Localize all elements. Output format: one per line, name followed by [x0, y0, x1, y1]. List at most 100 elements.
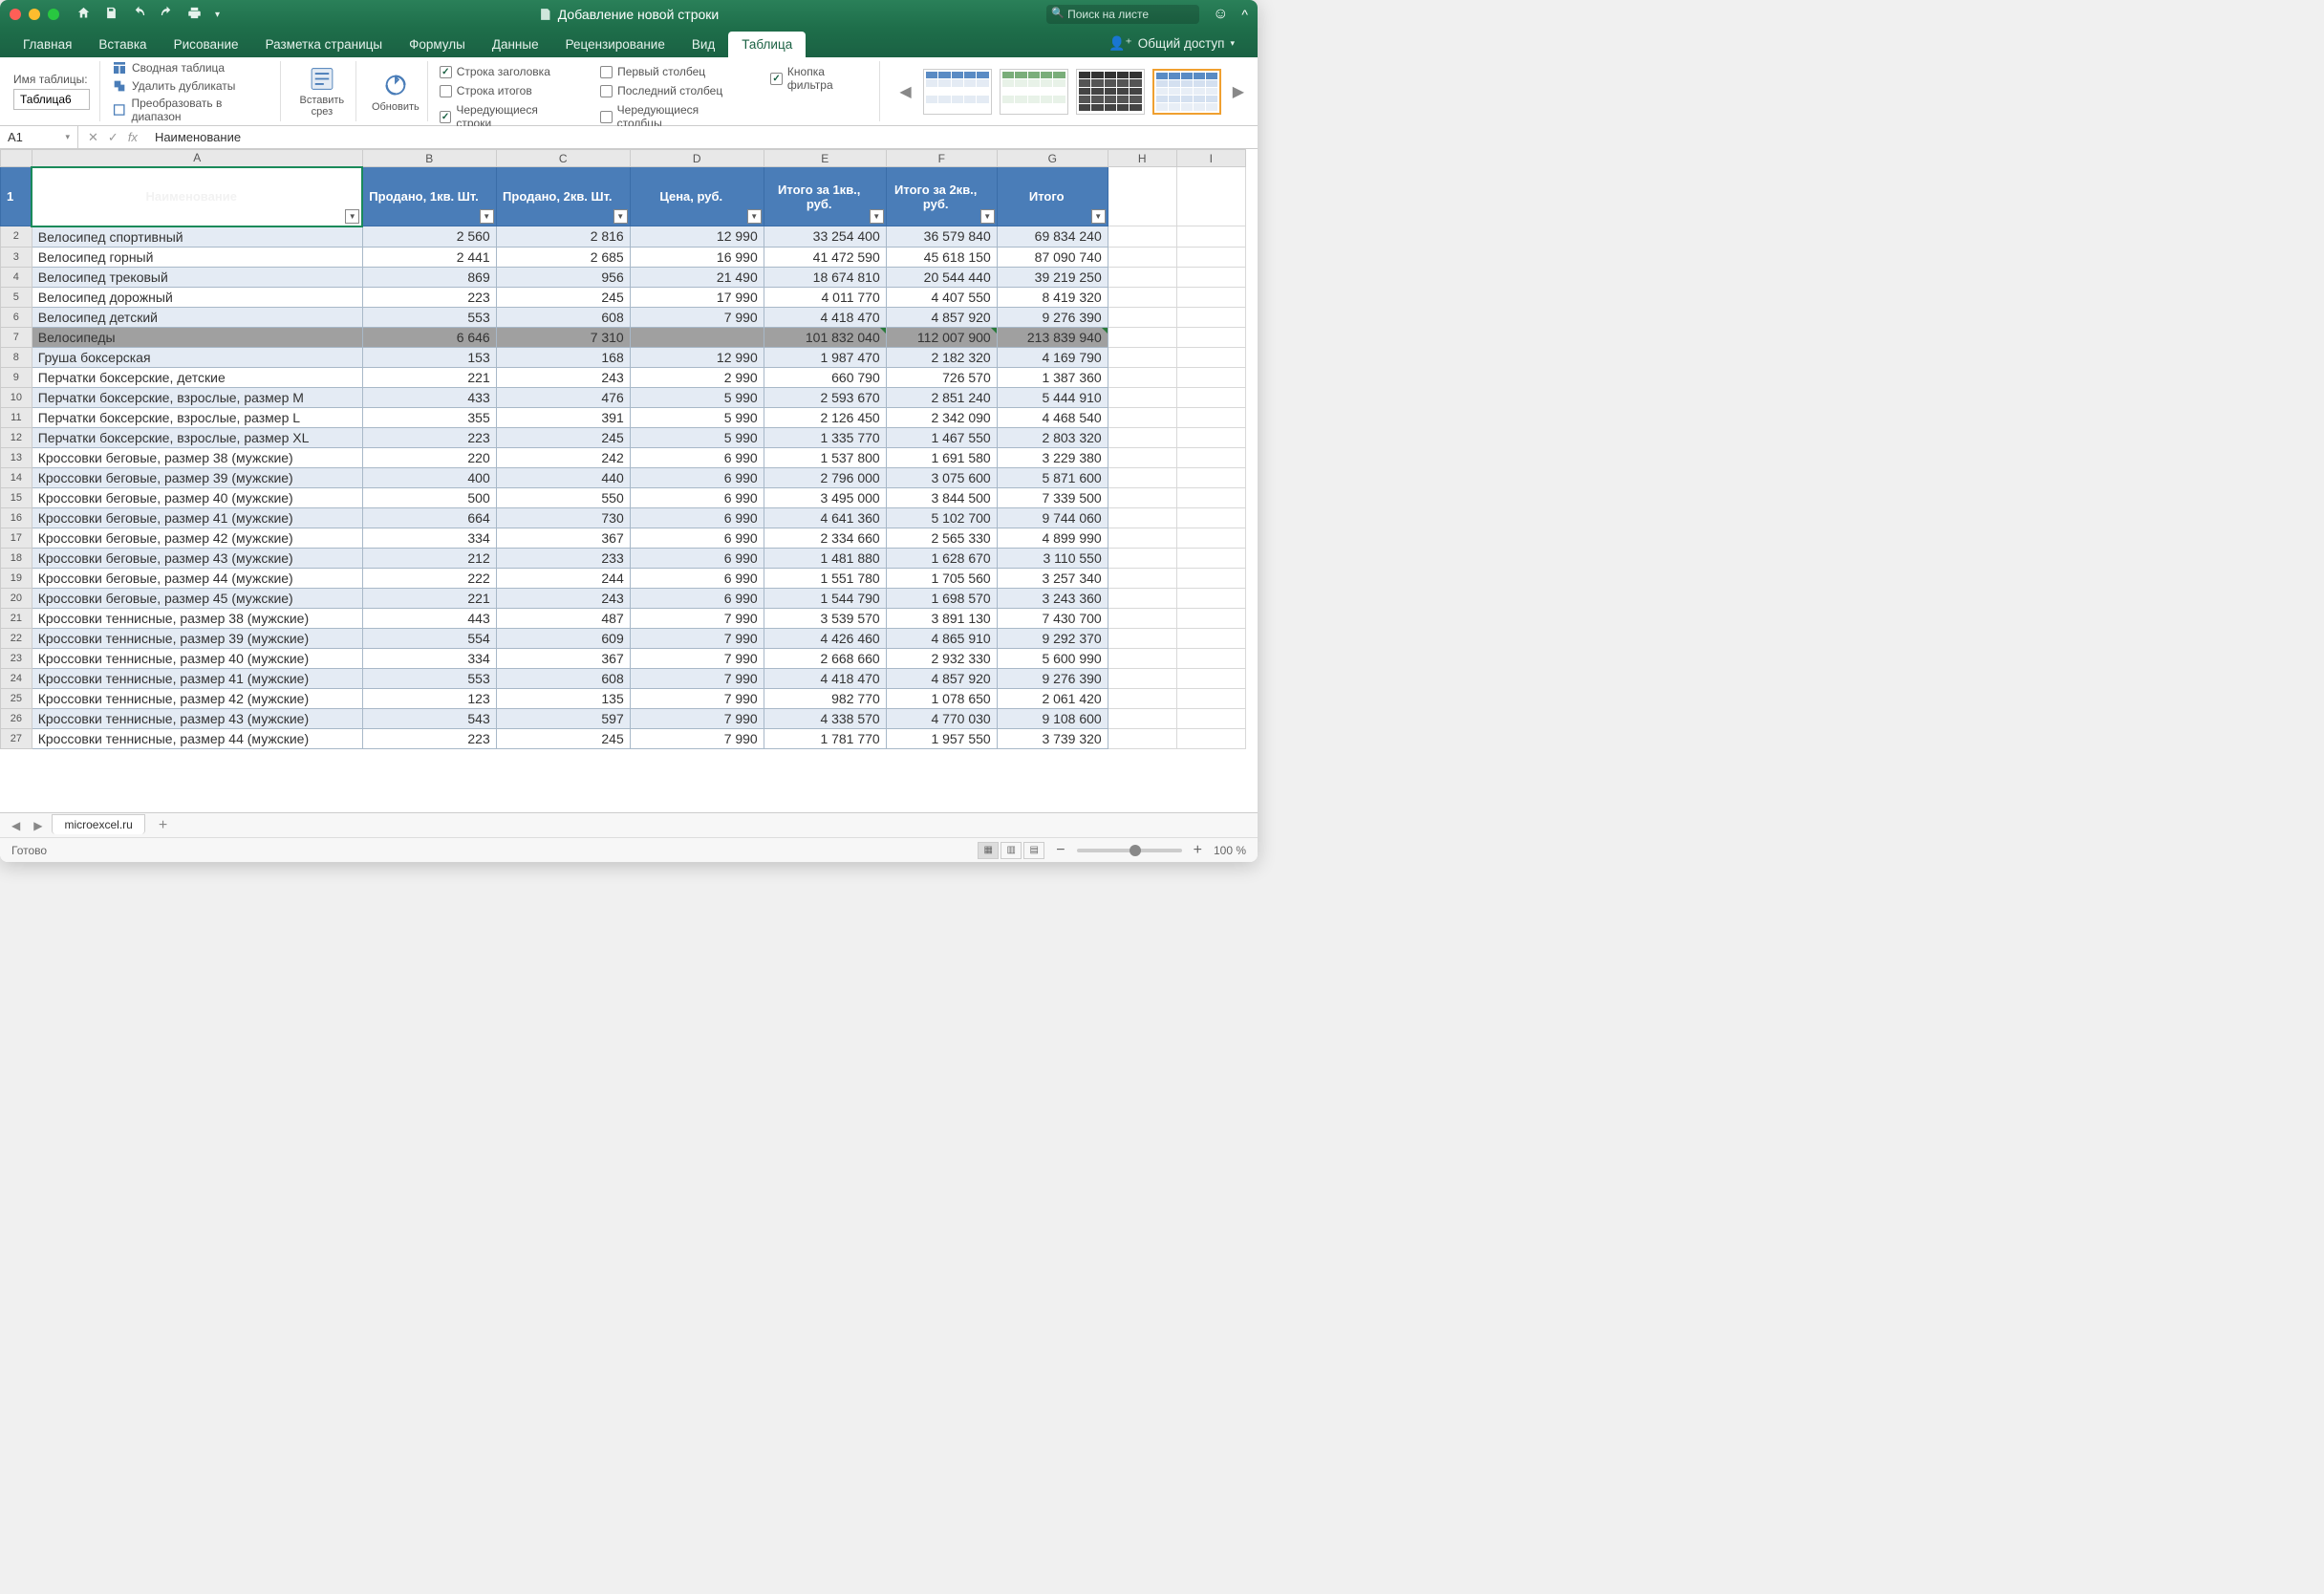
cell[interactable]: 982 770 [764, 688, 886, 708]
row-header[interactable]: 6 [1, 307, 32, 327]
cell[interactable]: 4 865 910 [886, 628, 997, 648]
share-button[interactable]: 👤⁺ Общий доступ ▾ [1095, 30, 1248, 57]
cell[interactable]: 4 899 990 [997, 528, 1108, 548]
cell[interactable]: Кроссовки беговые, размер 43 (мужские) [32, 548, 362, 568]
cell[interactable]: 223 [362, 287, 496, 307]
cell[interactable]: 5 871 600 [997, 467, 1108, 487]
cell[interactable]: 664 [362, 507, 496, 528]
row-header[interactable]: 19 [1, 568, 32, 588]
ribbon-tab-1[interactable]: Вставка [85, 32, 160, 57]
table-header-cell[interactable]: Итого за 2кв., руб.▼ [886, 167, 997, 226]
row-header[interactable]: 1 [1, 167, 32, 226]
cell[interactable]: 9 744 060 [997, 507, 1108, 528]
row-header[interactable]: 23 [1, 648, 32, 668]
cell[interactable]: 553 [362, 668, 496, 688]
cell[interactable]: 9 276 390 [997, 668, 1108, 688]
cell[interactable]: 1 551 780 [764, 568, 886, 588]
cell[interactable]: 3 243 360 [997, 588, 1108, 608]
cell[interactable]: 18 674 810 [764, 267, 886, 287]
row-header[interactable]: 20 [1, 588, 32, 608]
cell[interactable]: Кроссовки теннисные, размер 39 (мужские) [32, 628, 362, 648]
row-header[interactable]: 15 [1, 487, 32, 507]
cell[interactable]: Кроссовки теннисные, размер 38 (мужские) [32, 608, 362, 628]
cell[interactable]: 168 [496, 347, 630, 367]
column-header[interactable]: G [997, 150, 1108, 167]
table-style-thumb[interactable] [1000, 69, 1068, 115]
cell[interactable]: 221 [362, 367, 496, 387]
row-header[interactable]: 21 [1, 608, 32, 628]
cell[interactable]: 726 570 [886, 367, 997, 387]
cell[interactable]: 367 [496, 648, 630, 668]
cell[interactable]: 4 857 920 [886, 307, 997, 327]
cell[interactable]: 1 335 770 [764, 427, 886, 447]
cell[interactable]: 221 [362, 588, 496, 608]
cell[interactable]: 391 [496, 407, 630, 427]
cell[interactable]: 608 [496, 668, 630, 688]
cell[interactable]: 500 [362, 487, 496, 507]
cell[interactable]: 223 [362, 728, 496, 748]
cell[interactable]: 597 [496, 708, 630, 728]
row-header[interactable]: 18 [1, 548, 32, 568]
cell[interactable]: 2 990 [630, 367, 764, 387]
cell[interactable]: Кроссовки беговые, размер 38 (мужские) [32, 447, 362, 467]
cell[interactable]: 5 444 910 [997, 387, 1108, 407]
cell[interactable]: 6 646 [362, 327, 496, 347]
cell[interactable]: 2 685 [496, 247, 630, 267]
ribbon-tab-3[interactable]: Разметка страницы [252, 32, 396, 57]
cell[interactable]: Велосипед горный [32, 247, 362, 267]
cell[interactable]: 7 990 [630, 668, 764, 688]
table-header-cell[interactable]: Итого▼ [997, 167, 1108, 226]
cell[interactable]: 101 832 040 [764, 327, 886, 347]
cell[interactable]: 2 851 240 [886, 387, 997, 407]
cell[interactable]: 8 419 320 [997, 287, 1108, 307]
table-header-cell[interactable]: Наименование▼ [32, 167, 362, 226]
cancel-formula-icon[interactable]: ✕ [88, 130, 98, 145]
cell[interactable]: 2 126 450 [764, 407, 886, 427]
sheet-tab-active[interactable]: microexcel.ru [52, 814, 144, 834]
zoom-in-button[interactable]: + [1194, 842, 1202, 859]
cell[interactable]: 69 834 240 [997, 226, 1108, 248]
page-layout-view-button[interactable]: ▥ [1001, 842, 1022, 859]
cell[interactable]: Кроссовки теннисные, размер 42 (мужские) [32, 688, 362, 708]
cell[interactable]: 553 [362, 307, 496, 327]
filter-button-checkbox[interactable]: Кнопка фильтра [770, 65, 870, 92]
cell[interactable]: 3 257 340 [997, 568, 1108, 588]
cell[interactable]: 1 544 790 [764, 588, 886, 608]
cell[interactable]: Кроссовки теннисные, размер 40 (мужские) [32, 648, 362, 668]
ribbon-tab-7[interactable]: Вид [678, 32, 728, 57]
title-collapse-icon[interactable]: ^ [1241, 7, 1248, 22]
cell[interactable]: Кроссовки беговые, размер 41 (мужские) [32, 507, 362, 528]
cell[interactable]: 609 [496, 628, 630, 648]
cell[interactable]: Груша боксерская [32, 347, 362, 367]
cell[interactable]: Кроссовки теннисные, размер 44 (мужские) [32, 728, 362, 748]
cell[interactable]: 4 641 360 [764, 507, 886, 528]
cell[interactable]: 6 990 [630, 568, 764, 588]
cell[interactable]: Велосипед дорожный [32, 287, 362, 307]
cell[interactable]: 2 342 090 [886, 407, 997, 427]
cell[interactable]: Перчатки боксерские, детские [32, 367, 362, 387]
filter-icon[interactable]: ▼ [870, 209, 884, 224]
cell[interactable]: 6 990 [630, 487, 764, 507]
filter-icon[interactable]: ▼ [747, 209, 762, 224]
cell[interactable]: 7 990 [630, 608, 764, 628]
cell[interactable]: Кроссовки беговые, размер 40 (мужские) [32, 487, 362, 507]
column-header[interactable]: H [1108, 150, 1176, 167]
cell[interactable]: 443 [362, 608, 496, 628]
cell[interactable]: 4 418 470 [764, 668, 886, 688]
cell[interactable]: 7 339 500 [997, 487, 1108, 507]
save-icon[interactable] [104, 6, 118, 23]
gallery-next-icon[interactable]: ▶ [1229, 82, 1248, 101]
row-header[interactable]: 7 [1, 327, 32, 347]
cell[interactable]: 4 468 540 [997, 407, 1108, 427]
cell[interactable]: 153 [362, 347, 496, 367]
table-style-thumb[interactable] [1152, 69, 1221, 115]
column-header[interactable]: E [764, 150, 886, 167]
cell[interactable]: 3 229 380 [997, 447, 1108, 467]
cell[interactable]: 4 857 920 [886, 668, 997, 688]
cell[interactable]: 6 990 [630, 447, 764, 467]
table-style-thumb[interactable] [1076, 69, 1145, 115]
cell[interactable]: 7 990 [630, 648, 764, 668]
cell[interactable]: 112 007 900 [886, 327, 997, 347]
cell[interactable]: 2 334 660 [764, 528, 886, 548]
cell[interactable]: 1 957 550 [886, 728, 997, 748]
